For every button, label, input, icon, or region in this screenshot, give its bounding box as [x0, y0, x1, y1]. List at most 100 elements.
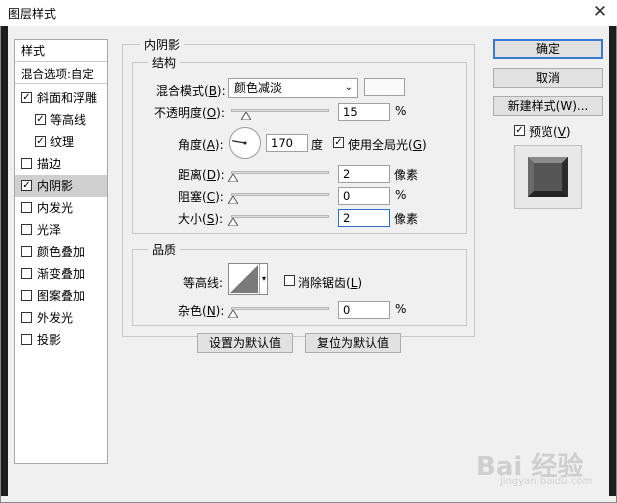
style-item-label: 颜色叠加 — [37, 245, 86, 259]
opacity-input[interactable]: 15 — [338, 103, 390, 121]
angle-dial[interactable] — [229, 127, 261, 159]
style-item-label: 内发光 — [37, 201, 74, 215]
preview-label[interactable]: 预览(V) — [529, 123, 571, 140]
choke-slider[interactable] — [231, 193, 329, 196]
style-item-checkbox[interactable]: ✓ — [21, 92, 32, 103]
contour-picker[interactable]: ▾ — [228, 263, 268, 295]
style-item-label: 渐变叠加 — [37, 267, 86, 281]
quality-title: 品质 — [148, 241, 181, 258]
style-item[interactable]: ✓ 斜面和浮雕 — [15, 87, 107, 109]
frame-border — [0, 26, 1, 503]
style-item-checkbox[interactable] — [21, 202, 32, 213]
style-item[interactable]: 光泽 — [15, 219, 107, 241]
style-item[interactable]: 颜色叠加 — [15, 241, 107, 263]
opacity-slider-thumb[interactable] — [240, 112, 251, 120]
choke-label: 阻塞(C): — [178, 190, 224, 204]
global-light-label[interactable]: 使用全局光(G) — [348, 136, 427, 153]
noise-slider[interactable] — [231, 307, 329, 310]
shadow-color-swatch[interactable] — [364, 78, 405, 96]
style-item-checkbox[interactable] — [21, 224, 32, 235]
preview-thumbnail-icon — [528, 157, 568, 197]
close-icon[interactable]: ✕ — [588, 1, 612, 23]
contour-preview-icon — [230, 265, 258, 293]
style-item-checkbox[interactable]: ✓ — [35, 114, 46, 125]
structure-title: 结构 — [148, 54, 181, 71]
blend-mode-value: 颜色减淡 — [234, 81, 283, 95]
new-style-button[interactable]: 新建样式(W)... — [493, 96, 603, 116]
style-item-label: 斜面和浮雕 — [37, 91, 98, 105]
style-item-checkbox[interactable] — [21, 312, 32, 323]
style-item-label: 图案叠加 — [37, 289, 86, 303]
antialias-label[interactable]: 消除锯齿(L) — [298, 274, 362, 291]
opacity-label: 不透明度(O): — [154, 106, 225, 120]
noise-label: 杂色(N): — [178, 304, 225, 318]
reset-default-button[interactable]: 复位为默认值 — [305, 333, 401, 353]
distance-slider-thumb[interactable] — [228, 174, 238, 182]
choke-input[interactable]: 0 — [338, 187, 390, 205]
style-item-checkbox[interactable] — [21, 268, 32, 279]
size-label: 大小(S): — [178, 212, 224, 226]
style-item-label: 纹理 — [50, 135, 75, 149]
watermark-url: jingyan.baidu.com — [500, 476, 593, 487]
choke-slider-thumb[interactable] — [228, 196, 238, 204]
distance-input[interactable]: 2 — [338, 165, 390, 183]
styles-list: 样式 混合选项:自定 ✓ 斜面和浮雕 ✓ 等高线 ✓ 纹理描边 ✓ 内阴影内发光光泽颜色叠加渐… — [14, 39, 108, 464]
background-strip-right — [609, 26, 616, 496]
styles-list-header[interactable]: 样式 — [15, 40, 107, 62]
style-item[interactable]: 图案叠加 — [15, 285, 107, 307]
style-item[interactable]: 投影 — [15, 329, 107, 351]
style-item-label: 光泽 — [37, 223, 62, 237]
size-slider-thumb[interactable] — [228, 218, 238, 226]
style-item-checkbox[interactable] — [21, 158, 32, 169]
angle-label: 角度(A): — [178, 138, 224, 152]
contour-label: 等高线: — [183, 276, 224, 290]
noise-input[interactable]: 0 — [338, 301, 390, 319]
antialias-checkbox[interactable] — [284, 275, 295, 286]
style-item-checkbox[interactable]: ✓ — [21, 180, 32, 191]
style-item[interactable]: ✓ 等高线 — [15, 109, 107, 131]
noise-unit: % — [395, 302, 407, 316]
chevron-down-icon: ⌄ — [344, 82, 353, 93]
ok-button[interactable]: 确定 — [493, 39, 603, 59]
style-item[interactable]: ✓ 内阴影 — [15, 175, 107, 197]
size-input[interactable]: 2 — [338, 209, 390, 227]
style-item-label: 描边 — [37, 157, 62, 171]
preview-checkbox[interactable]: ✓ — [514, 125, 525, 136]
size-unit: 像素 — [394, 212, 419, 226]
style-item[interactable]: 内发光 — [15, 197, 107, 219]
angle-input[interactable]: 170 — [266, 134, 308, 152]
style-item[interactable]: 描边 — [15, 153, 107, 175]
set-default-button[interactable]: 设置为默认值 — [197, 333, 293, 353]
distance-slider[interactable] — [231, 171, 329, 174]
noise-slider-thumb[interactable] — [228, 310, 238, 318]
style-item-label: 等高线 — [50, 113, 87, 127]
style-item[interactable]: 外发光 — [15, 307, 107, 329]
style-item-label: 外发光 — [37, 311, 74, 325]
style-item-checkbox[interactable] — [21, 246, 32, 257]
section-title: 内阴影 — [140, 36, 185, 53]
style-item-label: 投影 — [37, 333, 62, 347]
style-item-checkbox[interactable] — [21, 334, 32, 345]
global-light-checkbox[interactable]: ✓ — [333, 137, 344, 148]
style-item[interactable]: 渐变叠加 — [15, 263, 107, 285]
blend-mode-label: 混合模式(B): — [156, 84, 226, 98]
angle-needle-icon — [232, 140, 247, 145]
window-title: 图层样式 — [8, 7, 57, 21]
blend-options-item[interactable]: 混合选项:自定 — [15, 64, 107, 84]
style-preview — [514, 145, 582, 209]
choke-unit: % — [395, 188, 407, 202]
background-strip-left — [1, 26, 8, 496]
angle-unit: 度 — [311, 138, 324, 152]
blend-mode-select[interactable]: 颜色减淡 ⌄ — [228, 78, 358, 98]
style-item-checkbox[interactable] — [21, 290, 32, 301]
title-bar — [0, 0, 617, 26]
size-slider[interactable] — [231, 215, 329, 218]
distance-label: 距离(D): — [178, 168, 225, 182]
opacity-unit: % — [395, 104, 407, 118]
caret-down-icon: ▾ — [259, 264, 268, 294]
distance-unit: 像素 — [394, 168, 419, 182]
cancel-button[interactable]: 取消 — [493, 68, 603, 88]
style-item-checkbox[interactable]: ✓ — [35, 136, 46, 147]
style-item-label: 内阴影 — [37, 179, 74, 193]
style-item[interactable]: ✓ 纹理 — [15, 131, 107, 153]
